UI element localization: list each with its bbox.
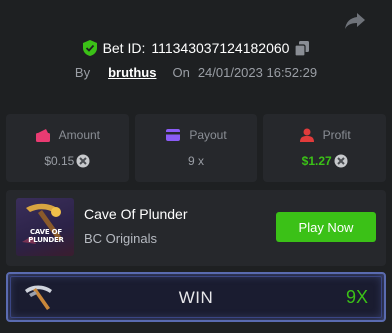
play-now-button[interactable]: Play Now <box>276 212 376 242</box>
coin-icon <box>334 154 348 168</box>
copy-icon[interactable] <box>295 40 310 56</box>
card-icon <box>166 129 181 141</box>
game-title: Cave Of Plunder <box>84 206 188 222</box>
stat-payout-label: Payout <box>189 128 227 142</box>
bet-id-label: Bet ID: <box>102 40 146 56</box>
stat-profit: Profit $1.27 <box>263 114 387 182</box>
bet-id-row: Bet ID: 111343037124182060 <box>0 40 392 56</box>
wallet-icon <box>35 129 50 142</box>
game-thumbnail-text: CAVE OF PLUNDER <box>28 228 64 244</box>
username-link[interactable]: bruthus <box>108 65 156 80</box>
stat-amount-value: $0.15 <box>44 154 75 168</box>
result-label: WIN <box>178 288 214 307</box>
by-label: By <box>74 65 91 80</box>
game-provider: BC Originals <box>84 231 157 246</box>
share-icon[interactable] <box>344 12 366 30</box>
game-thumbnail[interactable]: CAVE OF PLUNDER <box>16 198 74 256</box>
result-bar: WIN 9X <box>6 272 386 322</box>
stat-payout: Payout 9 x <box>134 114 258 182</box>
pickaxe-icon <box>22 203 62 244</box>
author-row: By bruthus On 24/01/2023 16:52:29 <box>0 65 392 80</box>
bet-datetime: 24/01/2023 16:52:29 <box>197 65 318 80</box>
stat-amount-label: Amount <box>58 128 101 142</box>
on-label: On <box>172 65 190 80</box>
coin-icon <box>76 154 90 168</box>
result-multiplier: 9X <box>345 287 368 307</box>
bet-id-value: 111343037124182060 <box>151 40 290 56</box>
stat-amount: Amount $0.15 <box>6 114 129 182</box>
stat-payout-value: 9 x <box>188 154 205 168</box>
game-card: CAVE OF PLUNDER Cave Of Plunder BC Origi… <box>6 190 386 266</box>
stat-profit-label: Profit <box>322 128 351 142</box>
shield-check-icon <box>82 40 97 56</box>
bet-stats: Amount $0.15 Payout 9 x Profit $1.27 <box>6 114 387 182</box>
profit-icon <box>299 128 314 142</box>
stat-profit-value: $1.27 <box>301 154 332 168</box>
